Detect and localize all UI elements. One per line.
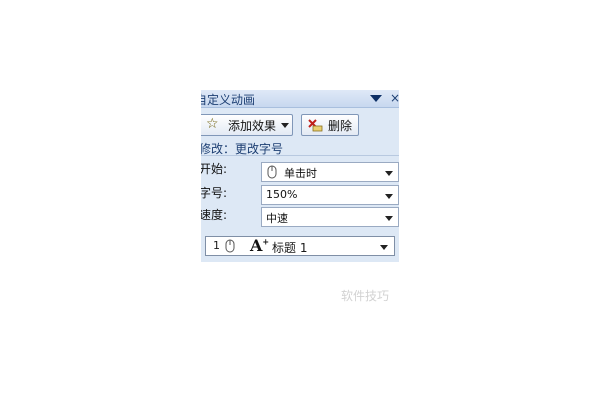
chevron-down-icon	[385, 171, 393, 176]
custom-animation-pane: 自定义动画 × ☆ 添加效果 删除 修改：更改字号 开始: 单击时 字号: 15…	[201, 90, 399, 262]
pane-header: 自定义动画 ×	[201, 90, 399, 108]
speed-select[interactable]: 中速	[261, 207, 399, 227]
list-item-number: 1	[213, 239, 220, 252]
chevron-down-icon	[385, 216, 393, 221]
watermark: 软件技巧	[341, 289, 390, 303]
list-item-label: 标题 1	[272, 241, 308, 255]
start-label: 开始:	[201, 162, 228, 176]
size-label: 字号:	[201, 186, 228, 200]
speed-label: 速度:	[201, 208, 228, 222]
start-select[interactable]: 单击时	[261, 162, 399, 182]
animation-list-item[interactable]: 1 A+ 标题 1	[205, 236, 395, 256]
size-select[interactable]: 150%	[261, 185, 399, 205]
chevron-down-icon[interactable]	[380, 245, 388, 250]
divider	[201, 155, 399, 156]
pane-title: 自定义动画	[201, 93, 256, 107]
chevron-down-icon	[281, 123, 289, 128]
star-icon: ☆	[206, 116, 219, 132]
remove-icon	[308, 119, 323, 132]
speed-value: 中速	[266, 212, 288, 225]
remove-label: 删除	[328, 119, 353, 133]
mouse-icon	[225, 239, 235, 253]
add-effect-label: 添加效果	[228, 119, 277, 133]
mouse-icon	[267, 165, 277, 179]
remove-button[interactable]: 删除	[301, 114, 359, 136]
close-icon[interactable]: ×	[390, 91, 399, 105]
chevron-down-icon	[385, 194, 393, 199]
font-effect-icon: A+	[250, 236, 270, 255]
pane-menu-chevron-down-icon[interactable]	[370, 95, 382, 102]
size-value: 150%	[266, 188, 298, 201]
start-value: 单击时	[284, 167, 317, 180]
add-effect-button[interactable]: ☆ 添加效果	[201, 114, 293, 136]
